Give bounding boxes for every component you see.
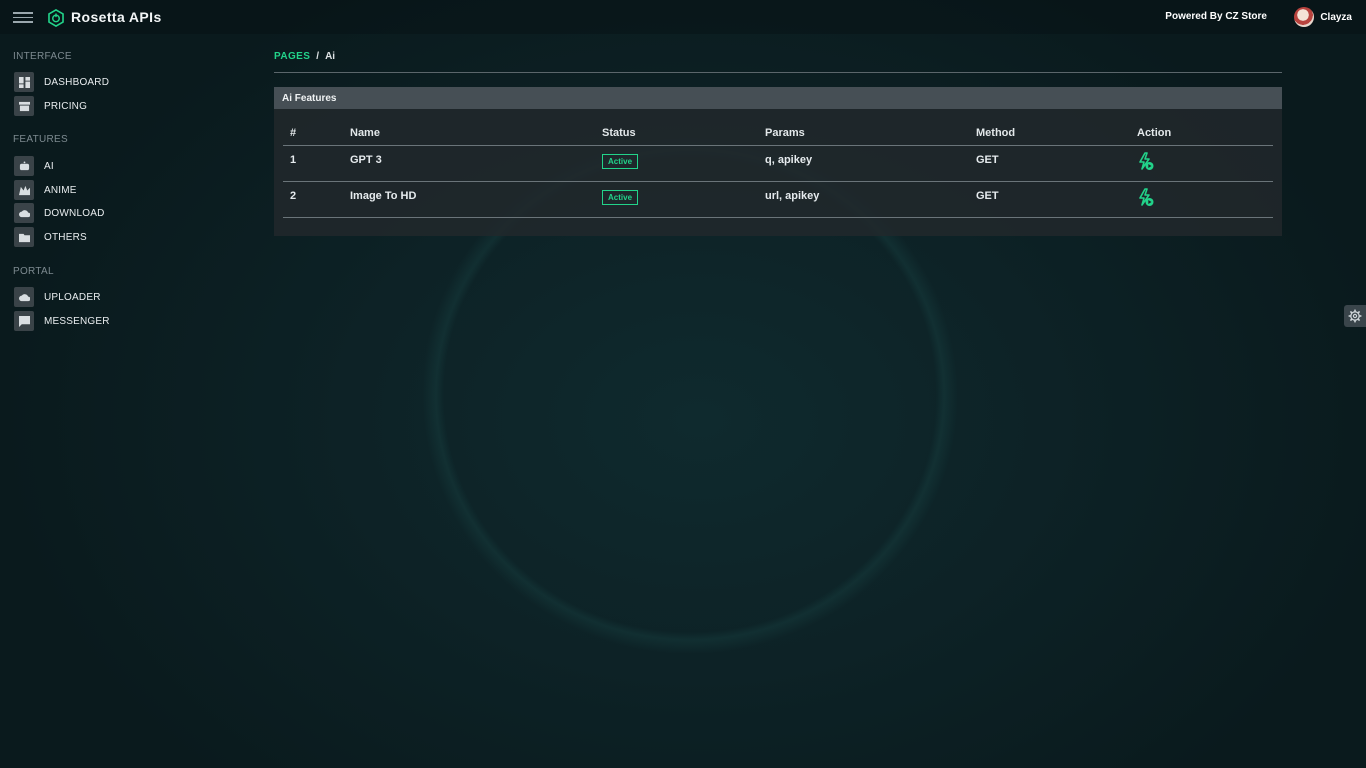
user-menu[interactable]: Clayza <box>1294 7 1352 27</box>
method-cell: GET <box>969 181 1130 218</box>
row-number: 2 <box>283 181 343 218</box>
sidebar-item-label: UPLOADER <box>44 291 101 303</box>
sidebar-item-anime[interactable]: ANIME <box>14 180 77 200</box>
features-table: # Name Status Params Method Action 1 GPT… <box>283 123 1273 218</box>
cloud-upload-icon <box>14 287 34 307</box>
folder-icon <box>14 227 34 247</box>
robot-icon <box>14 156 34 176</box>
sidebar-item-label: OTHERS <box>44 231 87 243</box>
cloud-download-icon <box>14 203 34 223</box>
status-cell: Active <box>595 181 758 218</box>
breadcrumb-separator: / <box>316 51 320 62</box>
row-number: 1 <box>283 145 343 182</box>
ai-features-card: Ai Features # Name Status Params Method … <box>274 87 1282 236</box>
sidebar-item-uploader[interactable]: UPLOADER <box>14 287 101 307</box>
method-cell: GET <box>969 145 1130 182</box>
column-header: # <box>283 123 343 146</box>
settings-gear-icon[interactable] <box>1344 305 1366 327</box>
table-row: 1 GPT 3 Active q, apikey GET <box>283 145 1273 182</box>
params-cell: url, apikey <box>758 181 969 218</box>
column-header: Action <box>1130 123 1273 146</box>
top-bar: Rosetta APIs Powered By CZ Store Clayza <box>0 0 1366 34</box>
divider <box>274 72 1282 73</box>
sidebar-item-label: PRICING <box>44 100 88 112</box>
sidebar-item-label: DASHBOARD <box>44 76 110 88</box>
run-api-icon[interactable] <box>1137 187 1155 208</box>
sidebar-item-download[interactable]: DOWNLOAD <box>14 203 105 223</box>
breadcrumb-pages-link[interactable]: PAGES <box>274 51 310 62</box>
column-header: Name <box>343 123 595 146</box>
sidebar-item-label: DOWNLOAD <box>44 207 105 219</box>
status-cell: Active <box>595 145 758 182</box>
powered-by-text: Powered By CZ Store <box>1165 11 1267 22</box>
params-cell: q, apikey <box>758 145 969 182</box>
action-cell <box>1130 145 1273 182</box>
sidebar-item-label: AI <box>44 160 54 172</box>
breadcrumb-current: Ai <box>325 51 336 62</box>
brand-title[interactable]: Rosetta APIs <box>71 9 162 25</box>
brand-logo-icon <box>48 9 64 27</box>
column-header: Params <box>758 123 969 146</box>
card-title: Ai Features <box>274 87 1282 109</box>
sidebar-item-pricing[interactable]: PRICING <box>14 96 87 116</box>
column-header: Method <box>969 123 1130 146</box>
action-cell <box>1130 181 1273 218</box>
feature-name: GPT 3 <box>343 145 595 182</box>
table-row: 2 Image To HD Active url, apikey GET <box>283 181 1273 218</box>
section-title-portal: PORTAL <box>13 266 54 277</box>
sidebar-item-messenger[interactable]: MESSENGER <box>14 311 110 331</box>
status-badge: Active <box>602 153 639 169</box>
store-icon <box>14 96 34 116</box>
section-title-interface: INTERFACE <box>13 51 72 62</box>
sidebar-item-ai[interactable]: AI <box>14 156 54 176</box>
column-header: Status <box>595 123 758 146</box>
menu-toggle-icon[interactable] <box>13 12 33 23</box>
user-name: Clayza <box>1320 11 1352 23</box>
sidebar-item-label: ANIME <box>44 184 77 196</box>
dashboard-icon <box>14 72 34 92</box>
feature-name: Image To HD <box>343 181 595 218</box>
breadcrumb: PAGES / Ai <box>274 51 335 62</box>
table-header-row: # Name Status Params Method Action <box>283 123 1273 146</box>
section-title-features: FEATURES <box>13 134 68 145</box>
sidebar-item-label: MESSENGER <box>44 315 110 327</box>
avatar <box>1294 7 1315 27</box>
status-badge: Active <box>602 189 639 205</box>
sidebar-item-dashboard[interactable]: DASHBOARD <box>14 72 109 92</box>
chat-icon <box>14 311 34 331</box>
run-api-icon[interactable] <box>1137 151 1155 172</box>
anime-icon <box>14 180 34 200</box>
sidebar-item-others[interactable]: OTHERS <box>14 227 87 247</box>
